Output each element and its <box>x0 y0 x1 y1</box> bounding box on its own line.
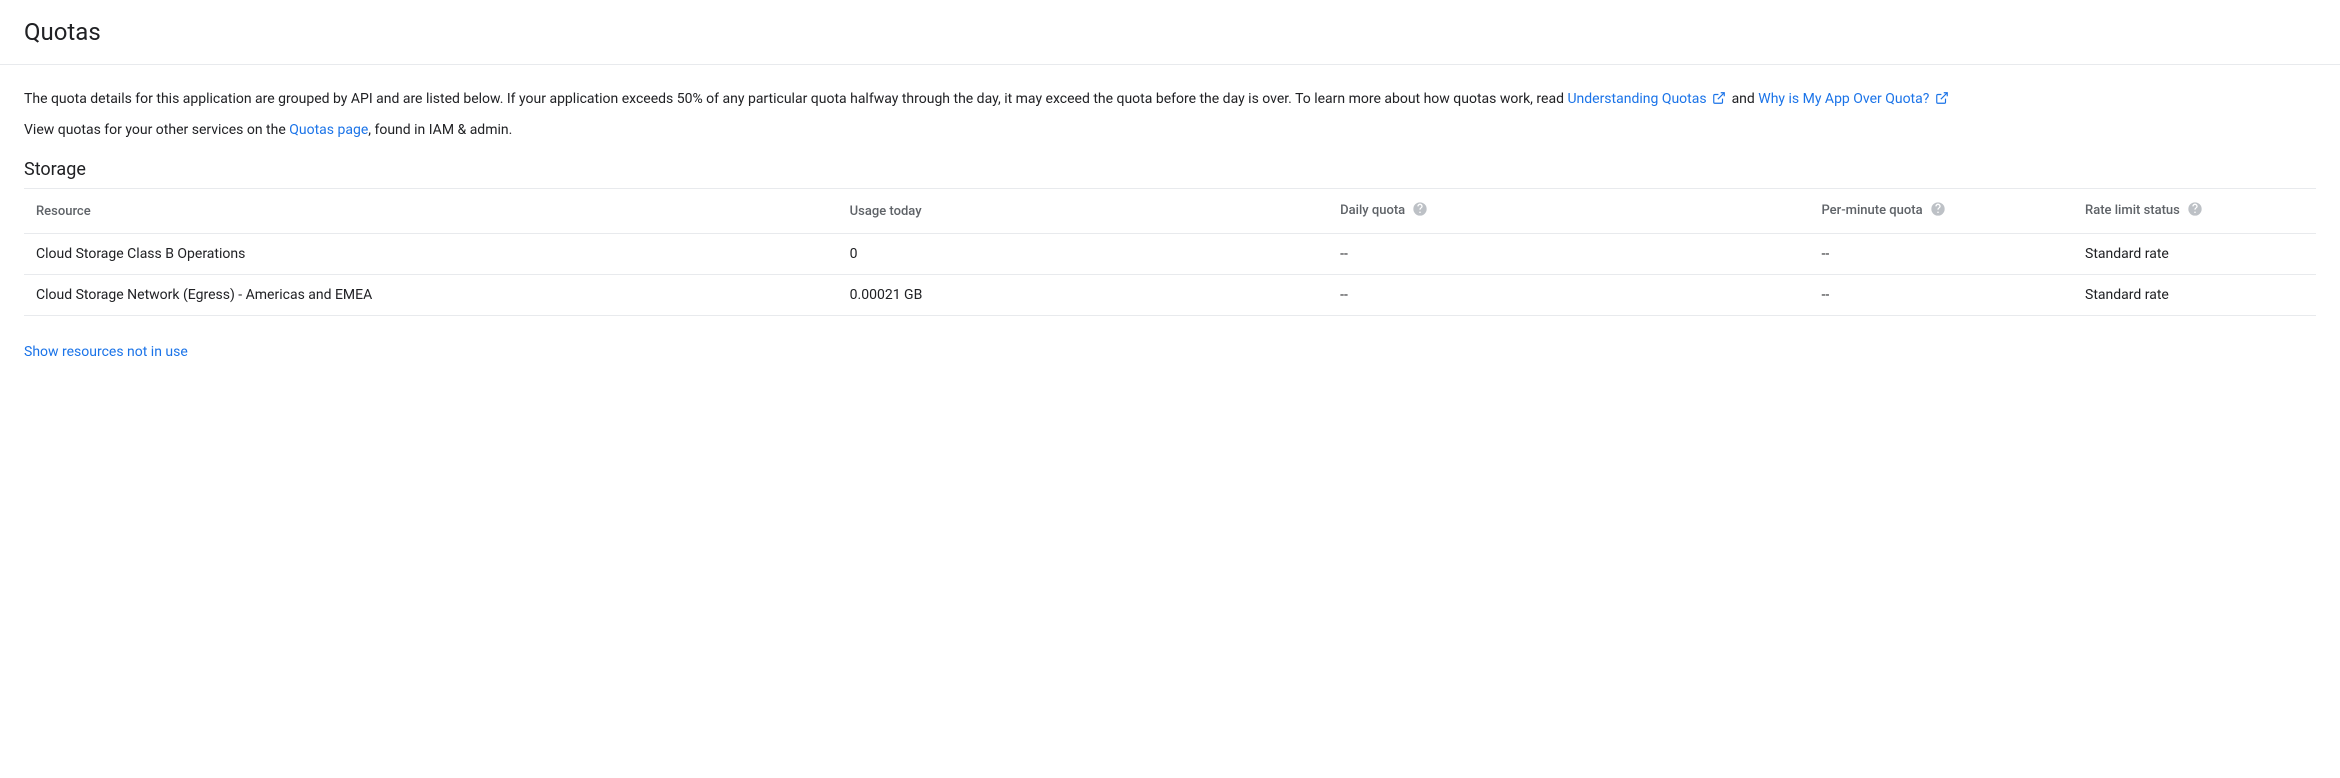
col-header-resource: Resource <box>24 189 838 234</box>
show-resources-toggle[interactable]: Show resources not in use <box>24 344 188 360</box>
cell-daily: -- <box>1328 234 1809 275</box>
table-row: Cloud Storage Network (Egress) - America… <box>24 275 2316 316</box>
understanding-quotas-link-label: Understanding Quotas <box>1567 91 1706 107</box>
cell-rate: Standard rate <box>2073 234 2316 275</box>
help-icon[interactable] <box>1930 206 1946 221</box>
cell-daily: -- <box>1328 275 1809 316</box>
quota-table: Resource Usage today Daily quota Per-min… <box>24 188 2316 316</box>
col-header-daily: Daily quota <box>1328 189 1809 234</box>
sub-intro-text-before: View quotas for your other services on t… <box>24 122 289 138</box>
intro-text-2: and <box>1732 91 1759 107</box>
quotas-page-link-label: Quotas page <box>289 122 368 138</box>
help-icon[interactable] <box>1412 206 1428 221</box>
col-header-perminute-label: Per-minute quota <box>1821 203 1922 218</box>
understanding-quotas-link[interactable]: Understanding Quotas <box>1567 91 1731 107</box>
intro-text-1: The quota details for this application a… <box>24 91 1567 107</box>
cell-resource: Cloud Storage Class B Operations <box>24 234 838 275</box>
cell-usage: 0.00021 GB <box>838 275 1328 316</box>
cell-rate: Standard rate <box>2073 275 2316 316</box>
col-header-daily-label: Daily quota <box>1340 203 1405 218</box>
col-header-rate: Rate limit status <box>2073 189 2316 234</box>
page-header: Quotas <box>0 0 2340 65</box>
col-header-rate-label: Rate limit status <box>2085 203 2180 218</box>
table-row: Cloud Storage Class B Operations 0 -- --… <box>24 234 2316 275</box>
sub-intro-paragraph: View quotas for your other services on t… <box>24 120 2316 141</box>
help-icon[interactable] <box>2187 206 2203 221</box>
external-link-icon <box>1712 91 1726 112</box>
col-header-usage: Usage today <box>838 189 1328 234</box>
cell-resource: Cloud Storage Network (Egress) - America… <box>24 275 838 316</box>
page-title: Quotas <box>24 18 2316 46</box>
col-header-perminute: Per-minute quota <box>1809 189 2073 234</box>
table-header-row: Resource Usage today Daily quota Per-min… <box>24 189 2316 234</box>
cell-perminute: -- <box>1809 234 2073 275</box>
quotas-page-link[interactable]: Quotas page <box>289 122 368 138</box>
cell-usage: 0 <box>838 234 1328 275</box>
page-content: The quota details for this application a… <box>0 65 2340 384</box>
why-over-quota-link[interactable]: Why is My App Over Quota? <box>1758 91 1951 107</box>
sub-intro-text-after: , found in IAM & admin. <box>368 122 512 138</box>
external-link-icon <box>1935 91 1949 112</box>
cell-perminute: -- <box>1809 275 2073 316</box>
why-over-quota-link-label: Why is My App Over Quota? <box>1758 91 1929 107</box>
intro-paragraph: The quota details for this application a… <box>24 89 2316 112</box>
show-resources-toggle-label: Show resources not in use <box>24 344 188 360</box>
section-title-storage: Storage <box>24 159 2316 180</box>
